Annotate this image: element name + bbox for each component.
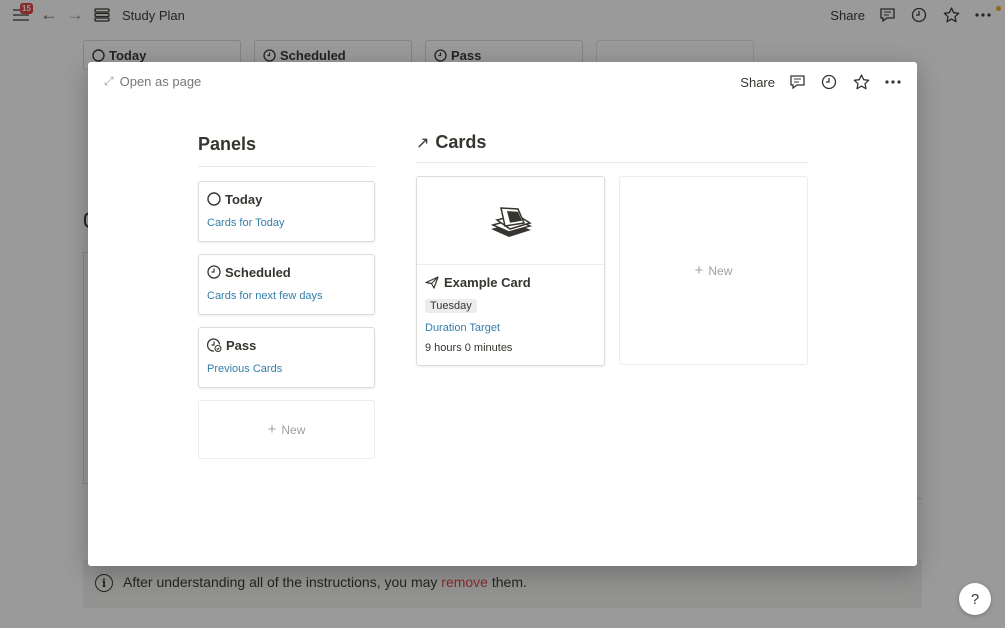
card-example[interactable]: Example Card Tuesday Duration Target 9 h… <box>416 176 605 366</box>
panel-card-link[interactable]: Cards for Today <box>207 217 366 229</box>
modal-actions: Share <box>740 71 903 93</box>
panel-new-label: New <box>281 422 306 437</box>
comment-icon <box>789 75 805 90</box>
panel-card-title: Pass <box>226 337 257 353</box>
card-title-row: Example Card <box>425 274 596 290</box>
panel-card-today[interactable]: Today Cards for Today <box>198 181 375 242</box>
plus-icon: + <box>694 262 704 279</box>
card-duration: 9 hours 0 minutes <box>425 342 513 354</box>
card-property-link[interactable]: Duration Target <box>425 322 596 334</box>
open-as-page-label: Open as page <box>119 74 202 89</box>
paper-plane-icon <box>425 275 439 289</box>
plus-icon: + <box>267 421 277 438</box>
help-label: ? <box>970 590 980 608</box>
star-icon <box>853 74 869 90</box>
open-as-page-button[interactable]: ⤢ Open as page <box>104 74 201 89</box>
link-arrow-icon: ↗ <box>416 134 430 152</box>
card-stack-icon <box>490 206 532 237</box>
card-new-button[interactable]: + New <box>619 176 808 365</box>
circle-icon <box>207 192 221 206</box>
modal-updates-button[interactable] <box>819 71 839 93</box>
help-button[interactable]: ? <box>959 583 991 615</box>
pass-check-icon <box>207 338 222 352</box>
cards-heading[interactable]: ↗ Cards <box>416 132 808 163</box>
clock-icon <box>207 265 221 279</box>
panel-card-link[interactable]: Previous Cards <box>207 363 366 375</box>
panels-heading: Panels <box>198 134 375 167</box>
panel-card-link[interactable]: Cards for next few days <box>207 290 366 302</box>
expand-diagonal-icon: ⤢ <box>104 74 114 88</box>
modal-comments-button[interactable] <box>787 71 807 93</box>
modal-toolbar: ⤢ Open as page Share <box>88 62 917 102</box>
modal-favorite-button[interactable] <box>851 71 871 93</box>
panel-card-header: Today <box>207 191 366 207</box>
panels-section: Panels Today Cards for Today Scheduled C… <box>198 134 375 459</box>
panel-card-header: Scheduled <box>207 264 366 280</box>
panel-card-scheduled[interactable]: Scheduled Cards for next few days <box>198 254 375 315</box>
card-cover <box>417 177 604 265</box>
modal-more-button[interactable] <box>883 71 903 93</box>
cards-heading-label: Cards <box>435 132 487 152</box>
page-preview-modal: ⤢ Open as page Share Panels Today Cards … <box>88 62 917 566</box>
cards-gallery: Example Card Tuesday Duration Target 9 h… <box>416 176 808 366</box>
panel-card-header: Pass <box>207 337 366 353</box>
card-new-label: New <box>708 263 733 278</box>
modal-share-button[interactable]: Share <box>740 75 775 90</box>
card-body: Example Card Tuesday Duration Target 9 h… <box>417 265 604 363</box>
more-dots-icon <box>885 80 901 84</box>
panel-new-button[interactable]: + New <box>198 400 375 459</box>
panel-card-pass[interactable]: Pass Previous Cards <box>198 327 375 388</box>
card-title: Example Card <box>444 274 531 290</box>
cards-section: ↗ Cards Example Card Tuesday Duration Ta… <box>416 132 808 366</box>
card-day-tag: Tuesday <box>425 299 477 313</box>
clock-icon <box>821 74 837 90</box>
panel-card-title: Scheduled <box>225 264 291 280</box>
panel-card-title: Today <box>225 191 263 207</box>
